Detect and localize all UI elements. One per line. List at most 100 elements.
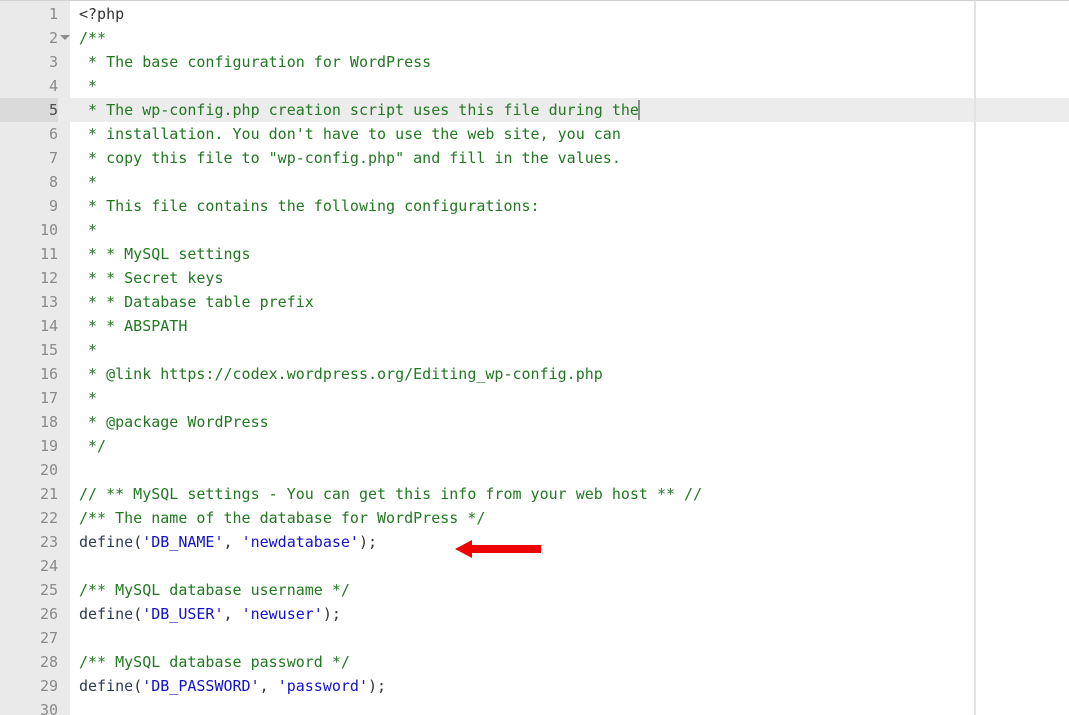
code-token-cmt: * * ABSPATH [79, 317, 187, 335]
code-token-punc: ); [359, 533, 377, 551]
line-number: 22 [0, 506, 58, 530]
line-number: 26 [0, 602, 58, 626]
code-line[interactable]: 23 define('DB_NAME', 'newdatabase'); [0, 530, 1069, 554]
line-number: 9 [0, 194, 58, 218]
code-line-text: /** MySQL database username */ [79, 578, 350, 602]
code-line[interactable]: 9 * This file contains the following con… [0, 194, 1069, 218]
code-token-punc: ); [368, 677, 386, 695]
code-token-cmt: /** [79, 29, 106, 47]
code-line-text: /** MySQL database password */ [79, 650, 350, 674]
code-token-punc: ); [323, 605, 341, 623]
code-token-cmt: * [79, 173, 97, 191]
code-line[interactable]: 17 * [0, 386, 1069, 410]
code-line[interactable]: 21 // ** MySQL settings - You can get thi… [0, 482, 1069, 506]
line-number: 11 [0, 242, 58, 266]
code-token-cmt: // ** MySQL settings - You can get this … [79, 485, 702, 503]
code-token-cmt: * The wp-config.php creation script uses… [79, 101, 639, 119]
code-token-cmt: * copy this file to "wp-config.php" and … [79, 149, 621, 167]
code-editor[interactable]: 1<?php2/**3 * The base configuration for… [0, 0, 1069, 715]
code-line[interactable]: 28/** MySQL database password */ [0, 650, 1069, 674]
code-token-cmt: */ [79, 437, 106, 455]
code-token-cmt: * [79, 77, 97, 95]
line-number: 10 [0, 218, 58, 242]
line-number: 13 [0, 290, 58, 314]
code-line[interactable]: 3 * The base configuration for WordPress [0, 50, 1069, 74]
code-line-text: <?php [79, 2, 124, 26]
code-line[interactable]: 29 define('DB_PASSWORD', 'password'); [0, 674, 1069, 698]
code-line[interactable]: 6 * installation. You don't have to use … [0, 122, 1069, 146]
code-line-text: * [79, 338, 97, 362]
code-line-text: define('DB_NAME', 'newdatabase'); [79, 530, 377, 554]
code-line-text: * [79, 218, 97, 242]
line-number: 19 [0, 434, 58, 458]
code-line[interactable]: 19 */ [0, 434, 1069, 458]
code-line[interactable]: 14 * * ABSPATH [0, 314, 1069, 338]
code-token-cmt: * [79, 221, 97, 239]
code-line[interactable]: 22 /** The name of the database for WordP… [0, 506, 1069, 530]
code-lines[interactable]: 1<?php2/**3 * The base configuration for… [0, 2, 1069, 715]
code-token-fn: define [79, 605, 133, 623]
code-token-punc: , [224, 605, 242, 623]
code-token-cmt: * @link https://codex.wordpress.org/Edit… [79, 365, 603, 383]
code-line-text: * @package WordPress [79, 410, 269, 434]
code-line-text: // ** MySQL settings - You can get this … [79, 482, 702, 506]
code-line[interactable]: 2/** [0, 26, 1069, 50]
line-number: 16 [0, 362, 58, 386]
code-line[interactable]: 18 * @package WordPress [0, 410, 1069, 434]
code-token-cmt: * * Database table prefix [79, 293, 314, 311]
code-token-cmt: /** The name of the database for WordPre… [79, 509, 485, 527]
line-number: 7 [0, 146, 58, 170]
line-number: 3 [0, 50, 58, 74]
code-line-text: * This file contains the following confi… [79, 194, 540, 218]
line-number: 20 [0, 458, 58, 482]
line-number: 29 [0, 674, 58, 698]
code-line[interactable]: 8 * [0, 170, 1069, 194]
code-line[interactable]: 15 * [0, 338, 1069, 362]
code-token-cmt: * [79, 341, 97, 359]
line-number: 23 [0, 530, 58, 554]
code-line[interactable]: 26 define('DB_USER', 'newuser'); [0, 602, 1069, 626]
code-token-cmt: * * MySQL settings [79, 245, 251, 263]
code-line[interactable]: 5 * The wp-config.php creation script us… [0, 98, 1069, 122]
code-line-text: * [79, 74, 97, 98]
code-token-cmt: * @package WordPress [79, 413, 269, 431]
code-line[interactable]: 20 [0, 458, 1069, 482]
code-line[interactable]: 30 [0, 698, 1069, 715]
code-line-text: * copy this file to "wp-config.php" and … [79, 146, 621, 170]
code-token-punc: ( [133, 605, 142, 623]
code-line[interactable]: 12 * * Secret keys [0, 266, 1069, 290]
print-margin-ruler [974, 1, 976, 715]
code-line-text: define('DB_USER', 'newuser'); [79, 602, 341, 626]
code-line[interactable]: 24 [0, 554, 1069, 578]
code-token-punc: , [224, 533, 242, 551]
code-token-cmt: * The base configuration for WordPress [79, 53, 431, 71]
code-line[interactable]: 4 * [0, 74, 1069, 98]
code-line[interactable]: 13 * * Database table prefix [0, 290, 1069, 314]
code-fold-triangle-icon[interactable] [60, 35, 70, 40]
code-line-text: * The wp-config.php creation script uses… [79, 98, 639, 122]
code-token-punc: ( [133, 677, 142, 695]
code-line[interactable]: 7 * copy this file to "wp-config.php" an… [0, 146, 1069, 170]
code-line[interactable]: 25/** MySQL database username */ [0, 578, 1069, 602]
code-line-text: * installation. You don't have to use th… [79, 122, 621, 146]
code-token-cmt: * [79, 389, 97, 407]
line-number: 24 [0, 554, 58, 578]
code-line[interactable]: 1<?php [0, 2, 1069, 26]
code-line-text: * @link https://codex.wordpress.org/Edit… [79, 362, 603, 386]
code-line[interactable]: 27 [0, 626, 1069, 650]
code-line[interactable]: 16 * @link https://codex.wordpress.org/E… [0, 362, 1069, 386]
code-token-str: 'DB_NAME' [142, 533, 223, 551]
code-token-str: 'DB_USER' [142, 605, 223, 623]
code-line-text: /** [79, 26, 106, 50]
code-token-str: 'password' [278, 677, 368, 695]
code-line[interactable]: 11 * * MySQL settings [0, 242, 1069, 266]
code-token-tag: <?php [79, 5, 124, 23]
code-line-text: * The base configuration for WordPress [79, 50, 431, 74]
code-line-text: define('DB_PASSWORD', 'password'); [79, 674, 386, 698]
code-token-cmt: /** MySQL database password */ [79, 653, 350, 671]
code-token-str: 'DB_PASSWORD' [142, 677, 259, 695]
line-number: 21 [0, 482, 58, 506]
code-line-text: * * ABSPATH [79, 314, 187, 338]
code-line-text: * * MySQL settings [79, 242, 251, 266]
code-line[interactable]: 10 * [0, 218, 1069, 242]
